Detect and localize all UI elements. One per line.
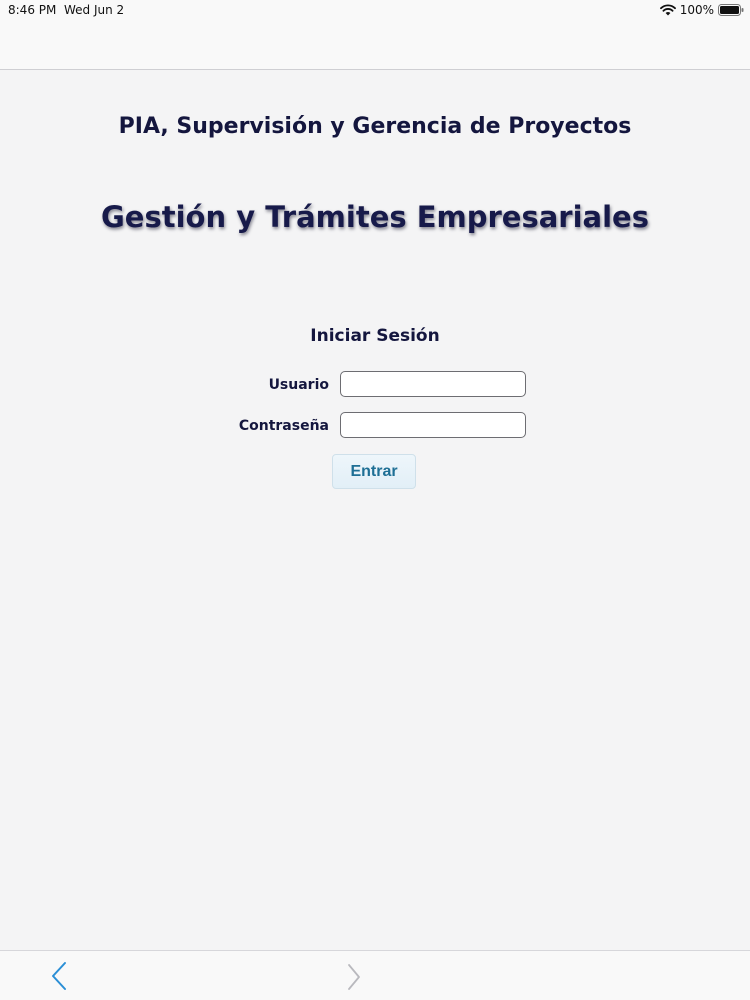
page-subtitle: PIA, Supervisión y Gerencia de Proyectos <box>118 114 632 139</box>
password-input[interactable] <box>340 412 526 438</box>
username-row: Usuario <box>0 371 750 399</box>
battery-icon <box>718 4 744 16</box>
submit-button[interactable]: Entrar <box>332 454 416 489</box>
username-input[interactable] <box>340 371 526 397</box>
password-row: Contraseña <box>0 412 750 440</box>
battery-percent: 100% <box>679 3 714 17</box>
top-navigation-bar <box>0 22 750 70</box>
username-label: Usuario <box>268 377 329 393</box>
wifi-icon <box>659 4 676 16</box>
login-heading: Iniciar Sesión <box>310 326 440 346</box>
bottom-toolbar <box>0 950 750 1000</box>
password-label: Contraseña <box>238 418 329 434</box>
status-bar: 8:46 PM Wed Jun 2 100% <box>0 0 750 22</box>
status-indicators: 100% <box>659 3 744 17</box>
chevron-left-icon[interactable] <box>48 961 72 991</box>
status-date: Wed Jun 2 <box>64 3 125 17</box>
chevron-right-icon[interactable] <box>344 963 364 991</box>
login-page: PIA, Supervisión y Gerencia de Proyectos… <box>0 70 750 950</box>
status-time: 8:46 PM <box>8 3 57 17</box>
page-title: Gestión y Trámites Empresariales <box>101 200 649 234</box>
browser-screen: 8:46 PM Wed Jun 2 100% PIA, Supervisión … <box>0 0 750 1000</box>
